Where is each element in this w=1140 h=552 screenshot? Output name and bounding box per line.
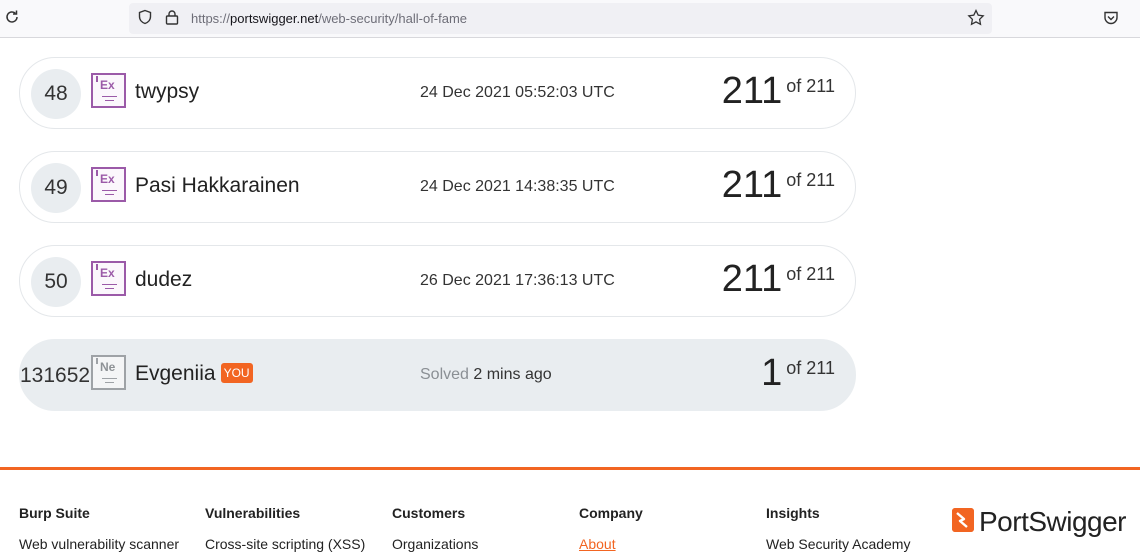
badge-label: Ex [100, 172, 115, 186]
leaderboard-row: 48 Ex twypsy 24 Dec 2021 05:52:03 UTC 21… [19, 57, 856, 129]
footer-column-customers: Customers Organizations [392, 505, 478, 552]
score: 1 of 211 [761, 352, 835, 395]
expert-level-badge-icon: Ex [91, 73, 126, 108]
url-path: /web-security/hall-of-fame [318, 11, 468, 26]
score-solved: 1 [761, 352, 783, 394]
score: 211 of 211 [722, 258, 835, 301]
expert-level-badge-icon: Ex [91, 261, 126, 296]
score-solved: 211 [721, 70, 783, 112]
rank-number: 50 [31, 257, 81, 307]
score-total: of 211 [786, 263, 835, 284]
score: 211 of 211 [722, 70, 835, 113]
score-total: of 211 [786, 169, 835, 190]
user-name-text: Evgeniia [135, 362, 216, 385]
footer-divider [0, 467, 1140, 470]
footer-heading: Company [579, 505, 643, 521]
shield-icon[interactable] [137, 9, 153, 25]
solved-time: Solved 2 mins ago [420, 366, 552, 384]
completion-date: 24 Dec 2021 14:38:35 UTC [420, 178, 615, 195]
user-name: twypsy [135, 80, 200, 103]
footer-column-insights: Insights Web Security Academy [766, 505, 910, 552]
user-name: Evgeniia YOU [135, 362, 253, 386]
user-name: dudez [135, 268, 193, 291]
footer-column-vulnerabilities: Vulnerabilities Cross-site scripting (XS… [205, 505, 365, 552]
user-name: Pasi Hakkarainen [135, 174, 300, 197]
browser-toolbar: https://portswigger.net/web-security/hal… [0, 0, 1140, 38]
expert-level-badge-icon: Ex [91, 167, 126, 202]
score-total: of 211 [786, 75, 835, 96]
reload-icon[interactable] [4, 9, 20, 25]
footer-heading: Vulnerabilities [205, 505, 301, 521]
footer-heading: Burp Suite [19, 505, 90, 521]
lock-icon[interactable] [165, 9, 179, 25]
completion-date: 24 Dec 2021 05:52:03 UTC [420, 84, 615, 101]
leaderboard-row: 50 Ex dudez 26 Dec 2021 17:36:13 UTC 211… [19, 245, 856, 317]
portswigger-logo-icon [952, 508, 974, 532]
rank-number: 49 [31, 163, 81, 213]
solved-label: Solved [420, 366, 469, 383]
you-badge: YOU [220, 363, 253, 383]
score-total: of 211 [786, 357, 835, 378]
pocket-icon[interactable] [1103, 10, 1119, 26]
star-icon[interactable] [967, 9, 985, 27]
score-solved: 211 [721, 258, 783, 300]
leaderboard-row: 49 Ex Pasi Hakkarainen 24 Dec 2021 14:38… [19, 151, 856, 223]
current-user-row: 131652 Ne Evgeniia YOU Solved 2 mins ago … [19, 339, 856, 411]
footer-column-company: Company About [579, 505, 643, 552]
url-domain: portswigger.net [230, 11, 319, 26]
url-prefix: https:// [191, 11, 231, 26]
footer-heading: Customers [392, 505, 466, 521]
footer-column-burp-suite: Burp Suite Web vulnerability scanner [19, 505, 179, 552]
newbie-level-badge-icon: Ne [91, 355, 126, 390]
solved-time-value: 2 mins ago [473, 366, 552, 383]
badge-label: Ne [100, 360, 116, 374]
score: 211 of 211 [722, 164, 835, 207]
rank-number: 48 [31, 69, 81, 119]
score-solved: 211 [721, 164, 783, 206]
rank-number: 131652 [20, 364, 91, 387]
badge-label: Ex [100, 266, 115, 280]
url-text[interactable]: https://portswigger.net/web-security/hal… [191, 11, 467, 26]
completion-date: 26 Dec 2021 17:36:13 UTC [420, 272, 615, 289]
badge-label: Ex [100, 78, 115, 92]
footer-heading: Insights [766, 505, 820, 521]
logo-text: PortSwigger [979, 506, 1127, 537]
